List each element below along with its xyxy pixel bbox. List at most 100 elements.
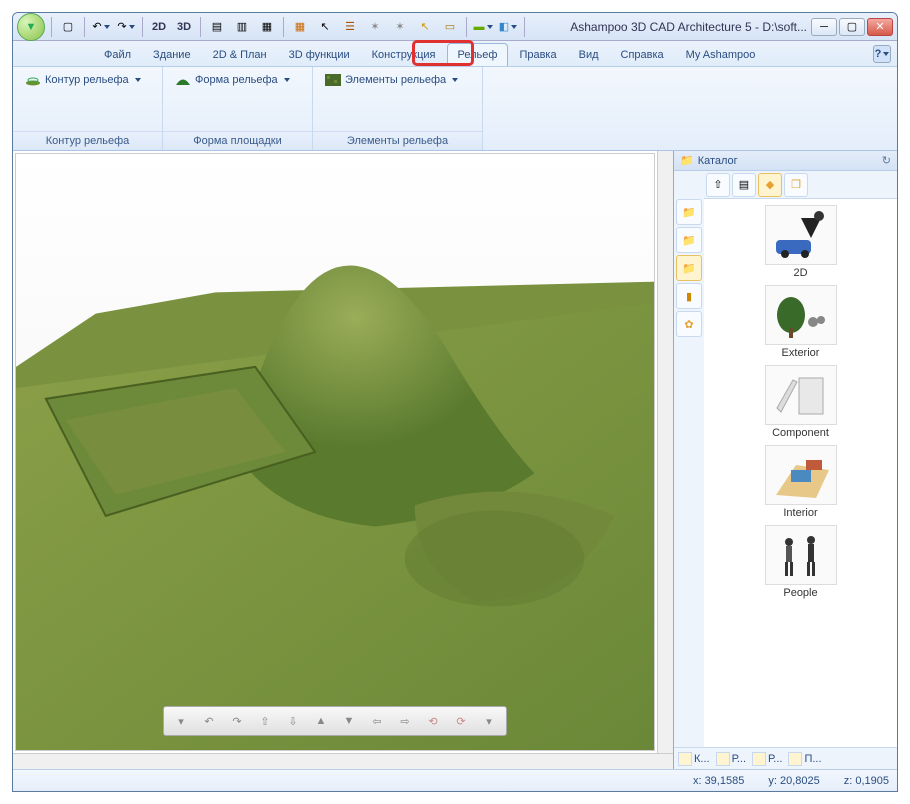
nav-down[interactable]: ⇩: [282, 710, 304, 732]
3d-viewport[interactable]: ▾ ↶ ↷ ⇧ ⇩ ▲ ▼ ⇦ ⇨ ⟲ ⟳ ▾: [15, 153, 655, 751]
app-menu-orb[interactable]: ▼: [17, 13, 45, 41]
tab-construction[interactable]: Конструкция: [361, 43, 447, 66]
window-title: Ashampoo 3D CAD Architecture 5 - D:\soft…: [566, 20, 811, 34]
minimize-button[interactable]: ─: [811, 18, 837, 36]
nav-up[interactable]: ⇧: [254, 710, 276, 732]
grid-icon: ▦: [295, 20, 305, 33]
help-button[interactable]: ?: [873, 45, 891, 63]
columns-button[interactable]: ☰: [339, 16, 361, 38]
catalog-header[interactable]: 📁 Каталог ↻: [674, 151, 897, 171]
marquee-button[interactable]: ▭: [439, 16, 461, 38]
snap-b-icon: ✶: [395, 20, 404, 33]
cat-tab-1[interactable]: 📁: [676, 199, 702, 225]
viewport-vscrollbar[interactable]: [657, 151, 673, 753]
terrain-render: [16, 154, 654, 750]
grid-button[interactable]: ▦: [289, 16, 311, 38]
nav-next-dd[interactable]: ▾: [478, 710, 500, 732]
folder-icon: 📁: [682, 262, 696, 275]
viewport-hscrollbar[interactable]: [13, 753, 673, 769]
nav-right[interactable]: ⇨: [394, 710, 416, 732]
tab-building[interactable]: Здание: [142, 43, 202, 66]
pointer-button[interactable]: ↖: [414, 16, 436, 38]
cat-tb-objects[interactable]: ◆: [758, 173, 782, 197]
shape-button-label: Форма рельефа: [195, 74, 278, 86]
view-3d-button[interactable]: 3D: [173, 16, 195, 38]
nav-zoom-out[interactable]: ▼: [338, 710, 360, 732]
bottom-tab-3[interactable]: П...: [788, 752, 821, 766]
nav-rotate-ccw[interactable]: ↶: [198, 710, 220, 732]
catalog-bottom-tabs: К... Р... Р... П...: [674, 747, 897, 769]
paint-icon: ◧: [499, 20, 509, 33]
hill-icon: [175, 74, 191, 86]
snap-b-button[interactable]: ✶: [389, 16, 411, 38]
tab-relief[interactable]: Рельеф: [447, 43, 509, 66]
bottom-tab-2[interactable]: Р...: [752, 752, 782, 766]
layer-button[interactable]: ▬: [472, 16, 494, 38]
help-icon: ?: [875, 48, 882, 60]
elements-button[interactable]: Элементы рельефа: [319, 71, 464, 89]
redo-button[interactable]: ↷: [115, 16, 137, 38]
ribbon-group-elements: Элементы рельефа Элементы рельефа: [313, 67, 483, 150]
catalog-pin-icon[interactable]: ↻: [882, 154, 891, 167]
titlebar: ▼ ▢ ↶ ↷ 2D 3D ▤ ▥ ▦ ▦ ↖ ☰ ✶ ✶ ↖ ▭ ▬ ◧: [13, 13, 897, 41]
layout-a-button[interactable]: ▤: [206, 16, 228, 38]
tab-file[interactable]: Файл: [93, 43, 142, 66]
thumb-people: [765, 525, 837, 585]
cat-tab-2[interactable]: 📁: [676, 227, 702, 253]
cat-tab-5[interactable]: ✿: [676, 311, 702, 337]
navigation-toolbar: ▾ ↶ ↷ ⇧ ⇩ ▲ ▼ ⇦ ⇨ ⟲ ⟳ ▾: [163, 706, 507, 736]
contour-button[interactable]: Контур рельефа: [19, 71, 147, 89]
book-icon: ▮: [686, 290, 692, 303]
close-button[interactable]: ✕: [867, 18, 893, 36]
paint-button[interactable]: ◧: [497, 16, 519, 38]
catalog-item-interior[interactable]: Interior: [751, 445, 851, 519]
bottom-tab-0[interactable]: К...: [678, 752, 710, 766]
contour-button-label: Контур рельефа: [45, 74, 129, 86]
nav-orbit-left[interactable]: ⟲: [422, 710, 444, 732]
tab-my-ashampoo[interactable]: My Ashampoo: [675, 43, 767, 66]
maximize-button[interactable]: ▢: [839, 18, 865, 36]
cat-tb-up[interactable]: ⇧: [706, 173, 730, 197]
objects-icon: ◆: [766, 178, 774, 191]
tab-help[interactable]: Справка: [610, 43, 675, 66]
undo-button[interactable]: ↶: [90, 16, 112, 38]
catalog-items[interactable]: 2D Exterior Component Interior: [704, 199, 897, 747]
bottom-tab-1[interactable]: Р...: [716, 752, 746, 766]
catalog-item-component[interactable]: Component: [751, 365, 851, 439]
ribbon-group-contour: Контур рельефа Контур рельефа: [13, 67, 163, 150]
nav-zoom-in[interactable]: ▲: [310, 710, 332, 732]
new-doc-button[interactable]: ▢: [57, 16, 79, 38]
view-2d-button[interactable]: 2D: [148, 16, 170, 38]
nav-orbit-right[interactable]: ⟳: [450, 710, 472, 732]
catalog-item-label: 2D: [793, 267, 807, 279]
snap-a-button[interactable]: ✶: [364, 16, 386, 38]
nav-rotate-cw[interactable]: ↷: [226, 710, 248, 732]
workspace: ▾ ↶ ↷ ⇧ ⇩ ▲ ▼ ⇦ ⇨ ⟲ ⟳ ▾: [13, 151, 897, 769]
catalog-item-exterior[interactable]: Exterior: [751, 285, 851, 359]
shape-button[interactable]: Форма рельефа: [169, 71, 296, 89]
catalog-title-label: Каталог: [698, 155, 738, 167]
layout-b-button[interactable]: ▥: [231, 16, 253, 38]
catalog-item-2d[interactable]: 2D: [751, 205, 851, 279]
undo-icon: ↶: [92, 20, 101, 33]
tab-3d-functions[interactable]: 3D функции: [278, 43, 361, 66]
cat-tab-4[interactable]: ▮: [676, 283, 702, 309]
cursor-icon: ↖: [320, 20, 329, 33]
app-window: ▼ ▢ ↶ ↷ 2D 3D ▤ ▥ ▦ ▦ ↖ ☰ ✶ ✶ ↖ ▭ ▬ ◧: [12, 12, 898, 792]
tab-2d-plan[interactable]: 2D & План: [202, 43, 278, 66]
orb-arrow-icon: ▼: [26, 21, 37, 33]
layout-c-button[interactable]: ▦: [256, 16, 278, 38]
nav-left[interactable]: ⇦: [366, 710, 388, 732]
tab-edit[interactable]: Правка: [508, 43, 567, 66]
nav-prev-dd[interactable]: ▾: [170, 710, 192, 732]
thumb-component: [765, 365, 837, 425]
catalog-toolbar: ⇧ ▤ ◆ ❒: [704, 171, 897, 199]
cat-tab-3[interactable]: 📁: [676, 255, 702, 281]
cat-tb-more[interactable]: ❒: [784, 173, 808, 197]
up-icon: ⇧: [713, 178, 722, 191]
layer-icon: ▬: [474, 21, 485, 33]
tab-view[interactable]: Вид: [568, 43, 610, 66]
catalog-item-people[interactable]: People: [751, 525, 851, 599]
cat-tb-door[interactable]: ▤: [732, 173, 756, 197]
cursor-button[interactable]: ↖: [314, 16, 336, 38]
